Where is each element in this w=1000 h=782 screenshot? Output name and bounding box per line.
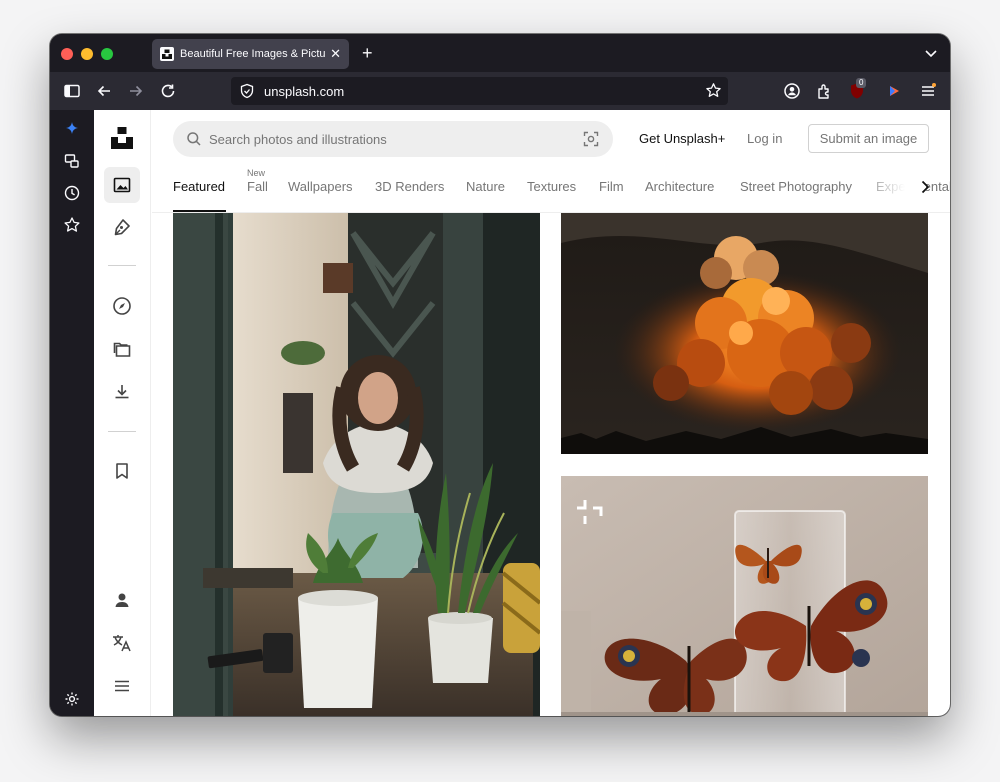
tab-title: Beautiful Free Images & Pictures | Unspl… [180, 48, 326, 60]
topic-new-label: New [247, 168, 266, 178]
tab-close-icon[interactable]: ✕ [330, 46, 341, 62]
sidebar-item-photos[interactable] [104, 167, 140, 203]
topic-architecture[interactable]: Architecture [645, 179, 714, 194]
new-tab-icon[interactable]: + [362, 44, 373, 62]
unsplash-sidebar [94, 110, 151, 716]
sidebar-item-menu[interactable] [104, 668, 140, 704]
topic-wallpapers[interactable]: Wallpapers [288, 179, 353, 194]
topic-featured[interactable]: Featured [173, 179, 225, 194]
extension-badge: 0 [856, 78, 867, 88]
tab-bar: Beautiful Free Images & Pictures | Unspl… [50, 34, 950, 72]
search-input[interactable] [209, 121, 569, 157]
desktop-background: Beautiful Free Images & Pictures | Unspl… [0, 0, 1000, 782]
topic-fall[interactable]: Fall [247, 179, 268, 194]
login-link[interactable]: Log in [747, 131, 782, 146]
pen-icon [114, 219, 130, 236]
sidebar-item-explore[interactable] [104, 288, 140, 324]
sidebar-item-account[interactable] [104, 582, 140, 618]
url-text: unsplash.com [264, 84, 345, 99]
submit-image-button[interactable]: Submit an image [808, 124, 929, 153]
photo-butterflies-glass-vase-image [561, 476, 928, 716]
get-unsplash-plus-link[interactable]: Get Unsplash+ [639, 131, 725, 146]
sidebar-toggle-icon[interactable] [63, 82, 81, 100]
app-menu-icon[interactable] [919, 82, 937, 100]
extension-flag-icon[interactable] [886, 82, 904, 100]
photo-woman-repotting-plants-image [173, 213, 540, 716]
web-content: Get Unsplash+ Log in Submit an image Fea… [94, 110, 950, 716]
sidebar-item-bookmarks[interactable] [104, 453, 140, 489]
unsplash-logo[interactable] [110, 126, 134, 150]
reload-icon[interactable] [159, 82, 177, 100]
photo-orange-storm-clouds-image [561, 213, 928, 454]
synced-tabs-icon[interactable] [63, 152, 81, 170]
forward-arrow-icon[interactable] [127, 82, 145, 100]
sidebar-item-downloads[interactable] [104, 374, 140, 410]
chevron-right-icon[interactable] [917, 179, 933, 195]
unsplash-favicon-icon [160, 47, 174, 61]
search-icon [187, 132, 201, 146]
translate-icon [113, 635, 131, 652]
list-all-tabs-icon[interactable] [924, 46, 938, 60]
menu-icon [115, 680, 129, 692]
topics-fade [856, 166, 926, 212]
sidebar-separator [108, 265, 136, 266]
search-bar[interactable] [173, 121, 613, 157]
extensions-icon[interactable] [816, 82, 834, 100]
browser-window: Beautiful Free Images & Pictures | Unspl… [50, 34, 950, 716]
back-arrow-icon[interactable] [95, 82, 113, 100]
sidebar-item-collections[interactable] [104, 331, 140, 367]
sparkle-icon[interactable] [63, 120, 81, 138]
collections-icon [113, 342, 131, 357]
bookmark-star-icon[interactable] [705, 82, 722, 99]
topic-nature[interactable]: Nature [466, 179, 505, 194]
navigation-toolbar: unsplash.com 0 [50, 72, 950, 110]
zoom-window-button[interactable] [101, 48, 113, 60]
address-bar[interactable]: unsplash.com [231, 77, 728, 105]
user-icon [115, 593, 129, 607]
topic-textures[interactable]: Textures [527, 179, 576, 194]
sidebar-item-illustrations[interactable] [104, 209, 140, 245]
photo-orange-storm-clouds[interactable] [561, 213, 928, 454]
settings-icon[interactable] [63, 690, 81, 708]
sidebar-separator [108, 431, 136, 432]
photo-woman-repotting-plants[interactable] [173, 213, 540, 716]
minimize-window-button[interactable] [81, 48, 93, 60]
download-icon [115, 385, 129, 399]
photo-butterflies-glass-vase[interactable] [561, 476, 928, 716]
browser-tab-active[interactable]: Beautiful Free Images & Pictures | Unspl… [152, 39, 349, 69]
bookmarks-star-icon[interactable] [63, 216, 81, 234]
topic-film[interactable]: Film [599, 179, 624, 194]
compass-icon [113, 297, 131, 315]
image-icon [113, 177, 131, 193]
topic-street-photography[interactable]: Street Photography [740, 179, 852, 194]
topic-3d-renders[interactable]: 3D Renders [375, 179, 444, 194]
sidebar-item-language[interactable] [104, 625, 140, 661]
topics-nav: Featured New Fall Wallpapers 3D Renders … [173, 166, 950, 212]
history-icon[interactable] [63, 184, 81, 202]
visual-search-icon[interactable] [583, 131, 599, 147]
bookmark-icon [116, 463, 128, 479]
browser-sidebar [50, 110, 94, 716]
account-icon[interactable] [783, 82, 801, 100]
close-window-button[interactable] [61, 48, 73, 60]
shield-icon[interactable] [239, 83, 255, 99]
